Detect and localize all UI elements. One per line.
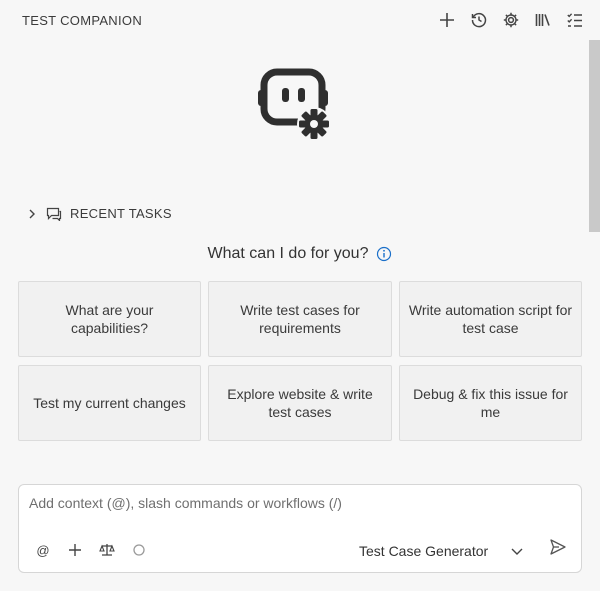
chevron-down-icon [511,548,523,555]
suggestion-capabilities[interactable]: What are your capabilities? [18,281,201,357]
recent-tasks-toggle[interactable]: RECENT TASKS [26,206,172,221]
rules-button[interactable] [97,540,117,560]
mode-select[interactable]: Test Case Generator [359,543,524,559]
chat-composer: @ Test Case Generator [18,484,582,573]
plus-icon [69,544,81,556]
add-context-button[interactable] [65,540,85,560]
suggestion-debug-issue[interactable]: Debug & fix this issue for me [399,365,582,441]
mention-button[interactable]: @ [33,540,53,560]
checklist-icon [567,13,582,27]
prompt-heading-text: What can I do for you? [207,245,369,262]
panel-title: TEST COMPANION [22,12,143,28]
panel-header: TEST COMPANION [0,0,600,40]
scrollbar-thumb[interactable] [589,40,600,232]
library-icon [535,14,550,26]
new-task-button[interactable] [436,9,458,31]
settings-button[interactable] [500,9,522,31]
robot-gear-icon [258,68,331,141]
chat-input[interactable] [29,495,569,511]
info-icon[interactable] [376,246,392,262]
composer-tools: @ [33,540,149,560]
gear-icon [503,12,519,28]
suggestion-explore-website[interactable]: Explore website & write test cases [208,365,392,441]
scale-icon [99,544,115,556]
suggestion-test-changes[interactable]: Test my current changes [18,365,201,441]
prompt-heading: What can I do for you? [0,245,600,263]
chevron-right-icon [29,209,35,218]
header-actions [436,9,586,31]
plus-icon [440,13,454,27]
send-icon [550,539,566,555]
tasks-checklist-button[interactable] [564,9,586,31]
send-button[interactable] [547,536,569,558]
suggestion-grid: What are your capabilities? Write test c… [18,281,582,441]
chat-bubble-icon [46,207,62,221]
status-indicator[interactable] [129,540,149,560]
history-icon [471,12,487,28]
circle-icon [133,544,145,556]
recent-tasks-label: RECENT TASKS [70,206,172,221]
history-button[interactable] [468,9,490,31]
suggestion-write-test-cases[interactable]: Write test cases for requirements [208,281,392,357]
suggestion-automation-script[interactable]: Write automation script for test case [399,281,582,357]
library-button[interactable] [532,9,554,31]
mode-select-value: Test Case Generator [359,543,489,559]
